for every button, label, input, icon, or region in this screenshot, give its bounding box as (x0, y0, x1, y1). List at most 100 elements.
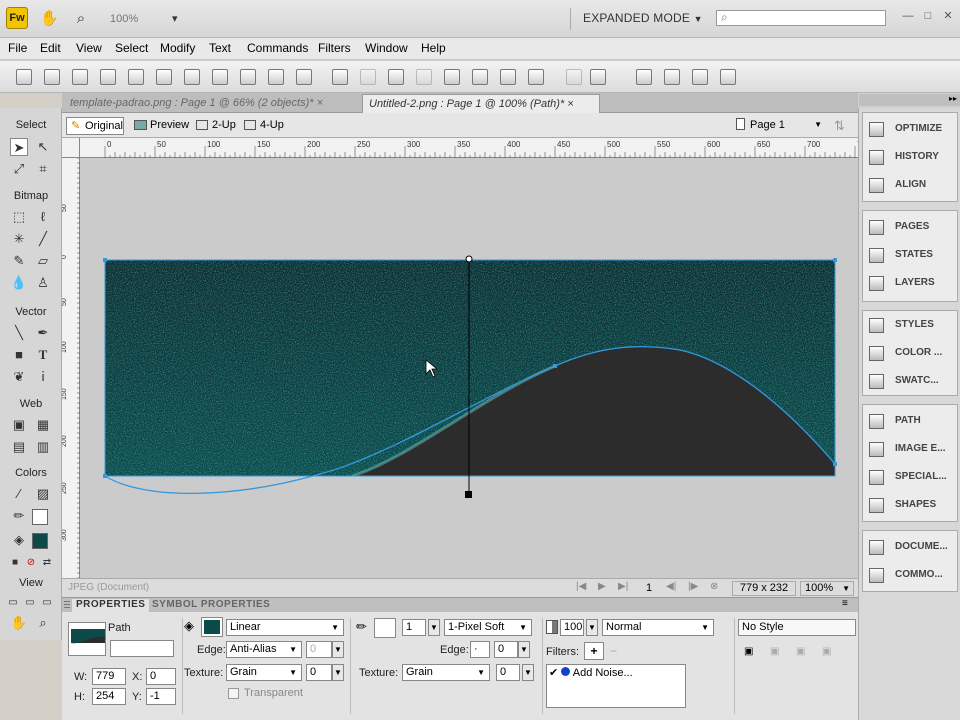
menu-file[interactable]: File (8, 41, 27, 55)
edge-select[interactable]: Anti-Alias ▼ (226, 641, 302, 658)
add-filter-button[interactable]: + (584, 642, 604, 660)
send-to-back-icon[interactable] (528, 69, 544, 85)
opacity-input[interactable]: 100 (560, 619, 584, 636)
print-icon[interactable] (156, 69, 172, 85)
width-input[interactable]: 779 (92, 668, 126, 685)
ruler-origin[interactable] (62, 138, 80, 158)
close-icon[interactable]: × (317, 97, 323, 109)
zoom-tool-icon[interactable]: ⌕ (72, 10, 90, 28)
remove-filter-button[interactable]: − (610, 644, 617, 658)
edge-amount-input[interactable]: 0 (306, 641, 332, 658)
texture-amount-input[interactable]: 0 (306, 664, 332, 681)
panel-layers[interactable]: LAYERS (869, 273, 959, 293)
menu-help[interactable]: Help (421, 41, 446, 55)
panel-menu-icon[interactable]: ≡ (842, 598, 848, 609)
stroke-type-select[interactable]: 1-Pixel Soft ▼ (444, 619, 532, 636)
gradient-end-handle[interactable] (465, 491, 472, 498)
flip-horizontal-icon[interactable] (692, 69, 708, 85)
loop-icon[interactable]: ⊗ (710, 581, 718, 592)
standard-screen-mode-icon[interactable]: ▭ (4, 594, 22, 612)
panel-color-mixer[interactable]: COLOR ... (869, 343, 959, 363)
freeform-tool-icon[interactable]: ❦ (10, 368, 28, 386)
hand-tool-icon[interactable]: ✋ (40, 10, 59, 28)
stroke-color-swatch[interactable] (374, 618, 396, 638)
line-tool-icon[interactable]: ╲ (10, 324, 28, 342)
panel-image-editing[interactable]: IMAGE E... (869, 439, 959, 459)
menu-select[interactable]: Select (115, 41, 148, 55)
menu-filters[interactable]: Filters (318, 41, 351, 55)
menu-window[interactable]: Window (365, 41, 408, 55)
canvas-area[interactable] (80, 158, 858, 578)
stroke-edge-dot[interactable]: · (470, 641, 490, 658)
align-dropdown-icon[interactable] (590, 69, 606, 85)
join-icon[interactable] (388, 69, 404, 85)
delete-style-icon[interactable]: ▣ (822, 646, 831, 657)
zoom-tool-icon[interactable]: ⌕ (34, 614, 52, 632)
hand-tool-icon[interactable]: ✋ (10, 614, 28, 632)
menu-commands[interactable]: Commands (247, 41, 308, 55)
scale-tool-icon[interactable]: ⤢ (10, 160, 28, 178)
fill-color-swatch[interactable] (32, 533, 48, 549)
next-frame-icon[interactable]: |▶ (688, 581, 698, 592)
panel-document-library[interactable]: DOCUME... (869, 537, 959, 557)
stroke-color-swatch[interactable] (32, 509, 48, 525)
open-icon[interactable] (72, 69, 88, 85)
object-name-input[interactable] (110, 640, 174, 657)
path-point[interactable] (833, 258, 837, 262)
y-input[interactable]: -1 (146, 688, 176, 705)
bring-to-front-icon[interactable] (444, 69, 460, 85)
break-style-icon[interactable]: ▣ (796, 646, 805, 657)
full-screen-mode-icon[interactable]: ▭ (38, 594, 56, 612)
blur-tool-icon[interactable]: 💧 (10, 274, 28, 292)
undo-icon[interactable] (184, 69, 200, 85)
panel-styles[interactable]: STYLES (869, 315, 959, 335)
filter-item-add-noise[interactable]: ✔ Add Noise... (549, 666, 683, 681)
stroke-texture-amount-input[interactable]: 0 (496, 664, 520, 681)
panel-pages[interactable]: PAGES (869, 217, 959, 237)
opacity-slider[interactable]: ▼ (586, 619, 598, 636)
stroke-texture-select[interactable]: Grain ▼ (402, 664, 490, 681)
page-select[interactable]: Page 1 ▼ (732, 117, 824, 135)
panel-optimize[interactable]: OPTIMIZE (869, 119, 959, 139)
maximize-button[interactable]: □ (920, 8, 936, 24)
redefine-style-icon[interactable]: ▣ (770, 646, 779, 657)
show-slices-icon[interactable]: ▥ (34, 438, 52, 456)
brush-tool-icon[interactable]: ╱ (34, 230, 52, 248)
x-input[interactable]: 0 (146, 668, 176, 685)
gradient-start-handle[interactable] (465, 255, 473, 263)
zoom-select[interactable]: 100% ▾ (100, 9, 182, 29)
panel-common-library[interactable]: COMMO... (869, 565, 959, 585)
rotate-ccw-icon[interactable] (636, 69, 652, 85)
stroke-edge-slider[interactable]: ▼ (518, 641, 530, 658)
zoom-level[interactable]: 100% ▼ (800, 581, 854, 596)
send-backward-icon[interactable] (500, 69, 516, 85)
filter-enabled-check[interactable]: ✔ (549, 667, 558, 679)
panel-swatches[interactable]: SWATC... (869, 371, 959, 391)
copy-icon[interactable] (268, 69, 284, 85)
height-input[interactable]: 254 (92, 688, 126, 705)
group-icon[interactable] (332, 69, 348, 85)
magic-wand-tool-icon[interactable]: ✳ (10, 230, 28, 248)
panel-grip[interactable] (64, 601, 70, 609)
tab-template-padrao[interactable]: template-padrao.png : Page 1 @ 66% (2 ob… (64, 94, 360, 113)
knife-tool-icon[interactable]: ⅰ (34, 368, 52, 386)
texture-select[interactable]: Grain ▼ (226, 664, 302, 681)
new-style-icon[interactable]: ▣ (744, 646, 753, 657)
full-screen-menus-icon[interactable]: ▭ (21, 594, 39, 612)
filter-info-icon[interactable] (561, 667, 571, 676)
document-size[interactable]: 779 x 232 (732, 581, 796, 596)
collapse-panels-icon[interactable]: ▸▸ (859, 94, 960, 106)
view-preview-button[interactable]: Preview (132, 117, 189, 135)
save-icon[interactable] (44, 69, 60, 85)
align-icon[interactable] (566, 69, 582, 85)
import-icon[interactable] (100, 69, 116, 85)
paint-bucket-tool-icon[interactable]: ▨ (34, 485, 52, 503)
menu-text[interactable]: Text (209, 41, 231, 55)
menu-view[interactable]: View (76, 41, 102, 55)
split-icon[interactable] (416, 69, 432, 85)
pen-tool-icon[interactable]: ✒ (34, 324, 52, 342)
panel-align[interactable]: ALIGN (869, 175, 959, 195)
style-select[interactable]: No Style (738, 619, 856, 636)
stroke-color-icon[interactable]: ✏ (10, 507, 28, 525)
slice-tool-icon[interactable]: ▦ (34, 416, 52, 434)
